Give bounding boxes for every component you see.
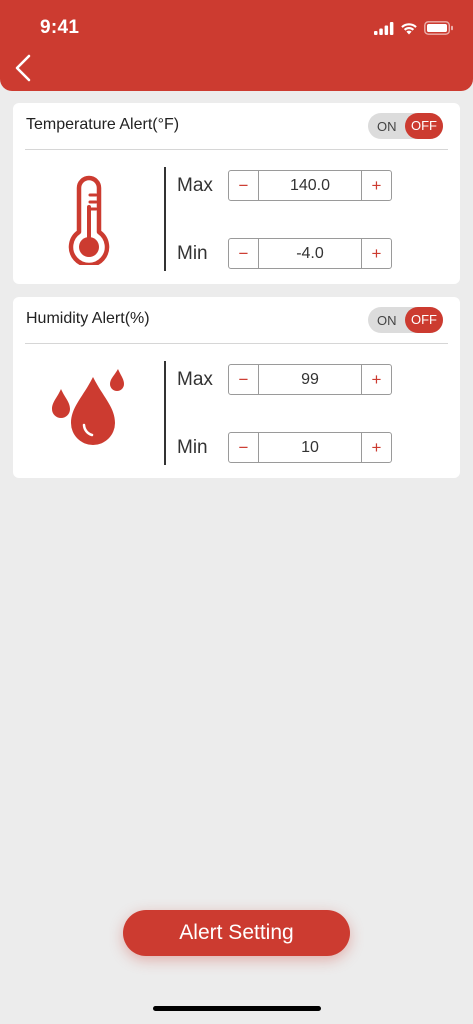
temperature-max-decrement-button[interactable]: − (229, 171, 259, 200)
card-divider (25, 149, 448, 150)
toggle-off-pill: OFF (405, 113, 443, 139)
alert-setting-button[interactable]: Alert Setting (123, 910, 350, 956)
thermometer-icon (46, 175, 132, 270)
humidity-max-increment-button[interactable]: + (361, 365, 391, 394)
humidity-min-label: Min (177, 437, 208, 458)
humidity-max-decrement-button[interactable]: − (229, 365, 259, 394)
vertical-separator (164, 167, 166, 271)
humidity-max-label: Max (177, 369, 213, 390)
humidity-alert-toggle[interactable]: ON OFF (368, 307, 443, 333)
temperature-alert-title: Temperature Alert(°F) (26, 116, 180, 133)
temperature-alert-toggle[interactable]: ON OFF (368, 113, 443, 139)
temperature-min-decrement-button[interactable]: − (229, 239, 259, 268)
alert-screen: 9:41 Temperature Alert(°F) ON OFF Max − … (0, 0, 473, 1024)
home-indicator (153, 1006, 321, 1011)
temperature-max-stepper: − 140.0 + (228, 170, 392, 201)
toggle-on-label: ON (377, 313, 397, 328)
humidity-max-value[interactable]: 99 (259, 365, 361, 394)
humidity-min-stepper: − 10 + (228, 432, 392, 463)
status-icons (374, 19, 454, 37)
temperature-max-increment-button[interactable]: + (361, 171, 391, 200)
humidity-alert-title: Humidity Alert(%) (26, 310, 150, 327)
water-drops-icon (46, 369, 132, 464)
humidity-min-increment-button[interactable]: + (361, 433, 391, 462)
temperature-alert-card: Temperature Alert(°F) ON OFF Max − 140.0… (13, 103, 460, 284)
toggle-on-label: ON (377, 119, 397, 134)
back-button[interactable] (12, 52, 36, 84)
chevron-left-icon (15, 54, 31, 82)
temperature-min-label: Min (177, 243, 208, 264)
humidity-max-stepper: − 99 + (228, 364, 392, 395)
toggle-off-pill: OFF (405, 307, 443, 333)
temperature-min-increment-button[interactable]: + (361, 239, 391, 268)
battery-icon (424, 21, 453, 35)
vertical-separator (164, 361, 166, 465)
humidity-min-value[interactable]: 10 (259, 433, 361, 462)
temperature-max-label: Max (177, 175, 213, 196)
temperature-min-stepper: − -4.0 + (228, 238, 392, 269)
header-bar: 9:41 (0, 0, 473, 91)
humidity-alert-card: Humidity Alert(%) ON OFF Max − 99 + Min … (13, 297, 460, 478)
temperature-max-value[interactable]: 140.0 (259, 171, 361, 200)
status-time: 9:41 (40, 17, 80, 38)
cellular-signal-icon (374, 21, 394, 35)
humidity-min-decrement-button[interactable]: − (229, 433, 259, 462)
temperature-min-value[interactable]: -4.0 (259, 239, 361, 268)
card-divider (25, 343, 448, 344)
wifi-icon (401, 22, 417, 34)
